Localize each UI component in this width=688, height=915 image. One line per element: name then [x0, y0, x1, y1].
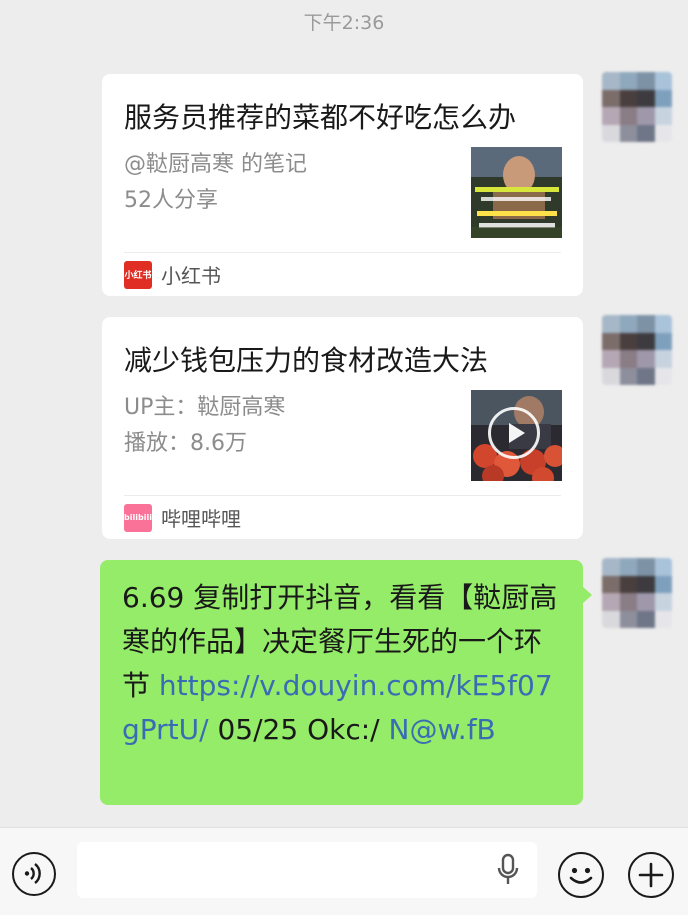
card-uploader: UP主：鞑厨高寒 — [124, 395, 286, 420]
microphone-icon[interactable] — [495, 853, 521, 887]
timestamp: 下午2:36 — [303, 12, 385, 34]
play-icon[interactable] — [488, 407, 540, 459]
avatar[interactable] — [602, 72, 672, 142]
card-divider — [124, 252, 561, 253]
card-source: 小红书 小红书 — [124, 260, 221, 289]
voice-icon[interactable] — [12, 852, 56, 896]
card-thumbnail — [471, 390, 562, 481]
emoji-icon[interactable] — [558, 852, 604, 898]
source-name: 哔哩哔哩 — [161, 507, 241, 531]
avatar[interactable] — [602, 558, 672, 628]
bilibili-logo-icon: bilibili — [124, 503, 152, 532]
card-play-count: 播放：8.6万 — [124, 431, 247, 456]
avatar[interactable] — [602, 315, 672, 385]
plus-icon[interactable] — [628, 852, 674, 898]
card-source: bilibili 哔哩哔哩 — [124, 503, 241, 532]
message-input[interactable] — [77, 842, 537, 898]
card-author: @鞑厨高寒 的笔记 — [124, 152, 307, 177]
card-share-count: 52人分享 — [124, 188, 218, 213]
message-text: 6.69 复制打开抖音，看看【鞑厨高寒的作品】决定餐厅生死的一个环节 https… — [122, 576, 567, 752]
source-name: 小红书 — [161, 264, 221, 288]
card-title: 减少钱包压力的食材改造大法 — [124, 344, 489, 377]
card-thumbnail — [471, 147, 562, 238]
card-title: 服务员推荐的菜都不好吃怎么办 — [124, 101, 517, 134]
card-divider — [124, 495, 561, 496]
share-card-bilibili[interactable]: 减少钱包压力的食材改造大法 UP主：鞑厨高寒 播放：8.6万 bilibili … — [102, 317, 583, 539]
chat-input-bar — [0, 827, 688, 915]
xiaohongshu-logo-icon: 小红书 — [124, 260, 152, 289]
message-code-link[interactable]: N@w.fB — [389, 713, 496, 746]
message-code: 05/25 Okc:/ — [208, 713, 389, 746]
text-message-bubble[interactable]: 6.69 复制打开抖音，看看【鞑厨高寒的作品】决定餐厅生死的一个环节 https… — [100, 560, 592, 805]
share-card-xiaohongshu[interactable]: 服务员推荐的菜都不好吃怎么办 @鞑厨高寒 的笔记 52人分享 小红书 小红书 — [102, 74, 583, 296]
